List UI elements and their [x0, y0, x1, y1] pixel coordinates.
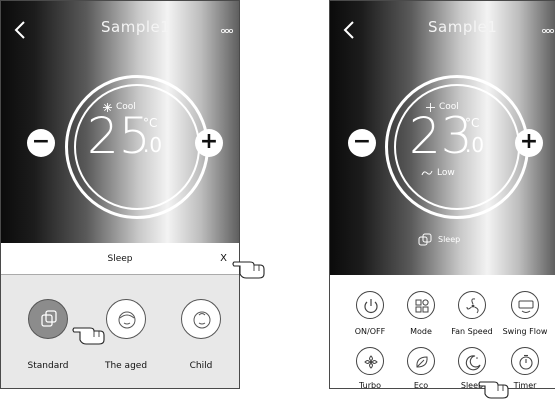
- power-icon: [364, 299, 378, 313]
- control-label: Swing Flow: [502, 327, 548, 336]
- more-options-icon[interactable]: [542, 28, 554, 34]
- temperature-unit: °C: [143, 116, 158, 130]
- increase-temp-button[interactable]: +: [515, 129, 543, 157]
- mode-button[interactable]: [407, 291, 435, 319]
- more-options-icon[interactable]: [221, 28, 233, 34]
- temperature-unit: °C: [465, 116, 480, 130]
- fan-speed-indicator: Low: [421, 168, 455, 178]
- sleep-option-aged[interactable]: [106, 299, 146, 339]
- hand-pointer-icon: [478, 381, 509, 399]
- minus-icon: −: [352, 129, 372, 154]
- plus-icon: +: [199, 129, 219, 154]
- fan-speed-button[interactable]: [458, 291, 486, 319]
- plus-icon: +: [519, 129, 539, 154]
- swing-flow-button[interactable]: [511, 291, 539, 319]
- hand-pointer-icon: [72, 327, 105, 345]
- temperature-decimal: .0: [143, 133, 163, 157]
- phone-screen-sleep-dialog: Sample1 Cool 25 °C .0 − + Sleep X Standa…: [0, 0, 240, 389]
- sleep-status: Sleep: [418, 233, 460, 246]
- temperature-value: 25: [87, 107, 151, 165]
- sleep-dialog: Sleep X Standard The aged Child: [1, 243, 239, 388]
- sleep-option-label: Child: [189, 361, 213, 371]
- decrease-temp-button[interactable]: −: [348, 129, 376, 157]
- swing-icon: [518, 300, 534, 313]
- control-panel: ON/OFF Mode Fan Speed Swing Flow Turbo E…: [330, 275, 555, 389]
- eco-button[interactable]: [407, 347, 435, 375]
- timer-icon: [519, 354, 533, 370]
- control-label: Mode: [410, 327, 432, 336]
- sleep-option-child[interactable]: [181, 299, 221, 339]
- temperature-decimal: .0: [465, 133, 485, 157]
- temperature-value: 23: [409, 107, 473, 165]
- sleep-moon-icon: [465, 355, 481, 371]
- increase-temp-button[interactable]: +: [195, 129, 223, 157]
- fan-speed-icon: [421, 170, 433, 176]
- control-label: Eco: [413, 381, 429, 389]
- control-label: Fan Speed: [451, 327, 493, 336]
- sleep-status-icon: [418, 233, 432, 246]
- turbo-button[interactable]: [356, 347, 384, 375]
- phone-screen-controls: Sample1 Cool 23 °C .0 Low − + Sleep ON/O…: [329, 0, 555, 389]
- turbo-icon: [364, 355, 378, 369]
- sleep-status-label: Sleep: [438, 235, 461, 244]
- sleep-dialog-title: Sleep: [107, 254, 133, 264]
- timer-button[interactable]: [511, 347, 539, 375]
- sleep-option-standard[interactable]: [28, 299, 68, 339]
- elderly-face-icon: [118, 311, 136, 329]
- standard-sleep-icon: [41, 310, 57, 327]
- sleep-option-label: Standard: [27, 361, 69, 371]
- control-label: ON/OFF: [354, 327, 386, 336]
- power-button[interactable]: [356, 291, 384, 319]
- eco-leaf-icon: [416, 356, 428, 368]
- child-face-icon: [193, 311, 211, 329]
- fan-speed-label: Low: [437, 168, 455, 178]
- close-dialog-button[interactable]: X: [220, 253, 227, 264]
- sleep-option-label: The aged: [104, 361, 148, 371]
- device-title: Sample1: [428, 18, 498, 36]
- hand-pointer-icon: [232, 261, 265, 279]
- decrease-temp-button[interactable]: −: [27, 129, 55, 157]
- back-arrow-icon[interactable]: [13, 19, 27, 41]
- mode-grid-icon: [415, 299, 429, 313]
- back-arrow-icon[interactable]: [342, 19, 356, 41]
- sleep-button[interactable]: [458, 347, 486, 375]
- device-title: Sample1: [101, 18, 171, 36]
- fan-icon: [466, 298, 479, 314]
- minus-icon: −: [31, 129, 51, 154]
- control-label: Turbo: [358, 381, 381, 389]
